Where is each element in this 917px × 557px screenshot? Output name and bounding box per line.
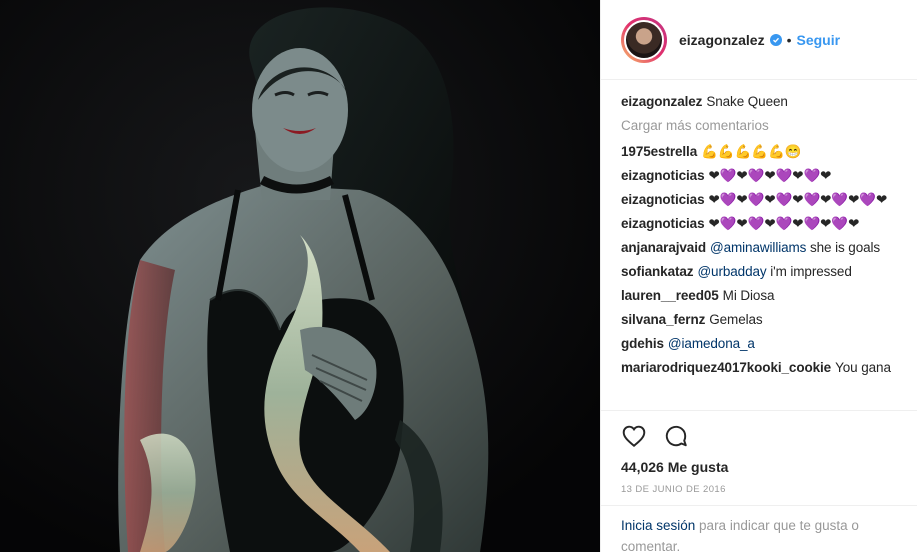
- avatar-story-ring[interactable]: [621, 16, 667, 63]
- comment-mention[interactable]: @iamedona_a: [668, 336, 755, 351]
- comment-username[interactable]: gdehis: [621, 336, 664, 351]
- photo-illustration: [0, 0, 600, 552]
- comment-text: ❤💜❤💜❤💜❤💜❤💜❤💜❤: [708, 192, 888, 207]
- post-photo[interactable]: [0, 0, 600, 552]
- comment-text: she is goals: [806, 240, 881, 255]
- comment-item: silvana_fernz Gemelas: [621, 311, 905, 329]
- comment-text: Mi Diosa: [722, 288, 775, 303]
- comment-mention[interactable]: @urbadday: [697, 264, 766, 279]
- caption-text: Snake Queen: [706, 94, 788, 109]
- comment-item: anjanarajvaid @aminawilliams she is goals: [621, 239, 905, 257]
- comment-username[interactable]: silvana_fernz: [621, 312, 705, 327]
- comment-username[interactable]: 1975estrella: [621, 144, 697, 159]
- login-link[interactable]: Inicia sesión: [621, 518, 695, 533]
- comment-item: eizagnoticias ❤💜❤💜❤💜❤💜❤💜❤: [621, 215, 905, 233]
- post-container: eizagonzalez • Seguir eizagonzalez Snake …: [0, 0, 917, 554]
- post-header: eizagonzalez • Seguir: [601, 0, 917, 80]
- post-side-panel: eizagonzalez • Seguir eizagonzalez Snake …: [600, 0, 917, 554]
- likes-count[interactable]: 44,026 Me gusta: [621, 459, 898, 475]
- verified-badge-icon: [769, 33, 782, 46]
- comment-username[interactable]: sofiankataz: [621, 264, 694, 279]
- comment-text: Gemelas: [709, 312, 763, 327]
- comment-username[interactable]: anjanarajvaid: [621, 240, 706, 255]
- comment-mention[interactable]: @aminawilliams: [710, 240, 806, 255]
- caption-username[interactable]: eizagonzalez: [621, 94, 702, 109]
- heart-outline-icon[interactable]: [621, 423, 647, 449]
- comment-username[interactable]: eizagnoticias: [621, 192, 705, 207]
- comment-text: ❤💜❤💜❤💜❤💜❤: [708, 168, 832, 183]
- comment-item: mariarodriquez4017kooki_cookie You gana: [621, 359, 905, 377]
- comment-username[interactable]: eizagnoticias: [621, 168, 705, 183]
- header-separator: •: [786, 31, 792, 48]
- comment-item: eizagnoticias ❤💜❤💜❤💜❤💜❤: [621, 167, 905, 185]
- author-username[interactable]: eizagonzalez: [679, 32, 765, 48]
- caption: eizagonzalez Snake Queen: [621, 93, 905, 111]
- comment-text: ❤💜❤💜❤💜❤💜❤💜❤: [708, 216, 860, 231]
- comment-item: lauren__reed05 Mi Diosa: [621, 287, 905, 305]
- comment-item: gdehis @iamedona_a: [621, 335, 905, 353]
- comment-item: eizagnoticias ❤💜❤💜❤💜❤💜❤💜❤💜❤: [621, 191, 905, 209]
- comment-text: 💪💪💪💪💪😁: [701, 144, 802, 159]
- follow-button[interactable]: Seguir: [797, 32, 841, 48]
- comment-bubble-icon[interactable]: [663, 423, 689, 449]
- comment-username[interactable]: lauren__reed05: [621, 288, 719, 303]
- divider: [601, 505, 917, 506]
- load-more-comments-button[interactable]: Cargar más comentarios: [621, 117, 905, 135]
- post-date: 13 DE JUNIO DE 2016: [621, 484, 726, 495]
- comment-text: i'm impressed: [766, 264, 852, 279]
- action-icons-row: [621, 421, 898, 451]
- comments-list[interactable]: eizagonzalez Snake Queen Cargar más comen…: [621, 80, 905, 410]
- post-actions: 44,026 Me gusta 13 DE JUNIO DE 2016: [601, 410, 917, 495]
- comment-item: sofiankataz @urbadday i'm impressed: [621, 263, 905, 281]
- comment-text: You gana: [835, 360, 891, 375]
- comment-item: 1975estrella 💪💪💪💪💪😁: [621, 143, 905, 161]
- comment-username[interactable]: eizagnoticias: [621, 216, 705, 231]
- avatar[interactable]: [624, 19, 664, 60]
- login-prompt: Inicia sesión para indicar que te gusta …: [621, 507, 901, 557]
- comment-username[interactable]: mariarodriquez4017kooki_cookie: [621, 360, 831, 375]
